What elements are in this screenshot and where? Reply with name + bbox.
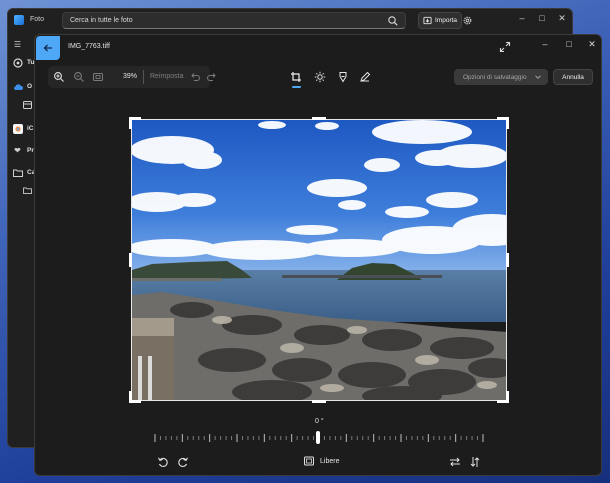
- sidebar-item-folders[interactable]: Ca: [12, 167, 35, 178]
- zoom-toolbar: 39% Reimposta: [48, 66, 216, 88]
- aspect-ratio-button[interactable]: Libere: [303, 455, 339, 467]
- aspect-ratio-label: Libere: [320, 457, 340, 465]
- import-label: Importa: [435, 17, 458, 24]
- back-button[interactable]: [36, 36, 60, 60]
- crop-handle-bottom-left[interactable]: [129, 391, 141, 403]
- save-options-label: Opzioni di salvataggio: [463, 73, 527, 81]
- crop-handle-left[interactable]: [129, 253, 132, 267]
- minimize-icon[interactable]: –: [538, 39, 552, 49]
- heart-icon: ❤: [14, 146, 21, 155]
- fit-to-window-icon[interactable]: [92, 71, 104, 83]
- zoom-percent: 39%: [123, 73, 138, 80]
- save-options-button[interactable]: Opzioni di salvataggio: [454, 69, 548, 85]
- minimize-icon[interactable]: –: [515, 13, 529, 23]
- import-icon: [423, 16, 432, 25]
- search-input[interactable]: Cerca in tutte le foto: [62, 12, 406, 29]
- draw-icon[interactable]: [359, 71, 371, 83]
- gallery-icon: [22, 99, 33, 110]
- folder-icon: [12, 167, 23, 178]
- import-button[interactable]: Importa: [418, 12, 462, 29]
- rotate-left-icon[interactable]: [157, 456, 169, 468]
- sidebar-item-label: O: [27, 83, 33, 90]
- photo-image: [132, 120, 506, 400]
- flip-vertical-icon[interactable]: [469, 456, 481, 468]
- gear-icon[interactable]: [462, 15, 473, 26]
- photos-app-icon: [14, 15, 24, 25]
- search-icon[interactable]: [387, 15, 399, 27]
- markup-icon[interactable]: [337, 71, 349, 83]
- reset-button[interactable]: Reimposta: [150, 73, 183, 80]
- straighten-slider-thumb[interactable]: [316, 431, 320, 444]
- crop-handle-top-right[interactable]: [497, 117, 509, 129]
- crop-icon[interactable]: [290, 71, 302, 83]
- maximize-icon[interactable]: □: [562, 39, 576, 49]
- close-icon[interactable]: ✕: [555, 13, 569, 24]
- crop-handle-bottom[interactable]: [312, 400, 326, 403]
- zoom-in-icon[interactable]: [53, 71, 65, 83]
- hamburger-icon: ☰: [13, 40, 22, 49]
- rotation-angle: 0 °: [315, 418, 324, 425]
- sidebar-item-icloud[interactable]: iC: [12, 123, 34, 134]
- sidebar-item-label: Pr: [27, 147, 34, 154]
- active-tool-indicator: [292, 86, 301, 88]
- toolbar-divider: [143, 70, 144, 84]
- sidebar-item-subfolder[interactable]: [22, 185, 33, 196]
- sidebar-item-gallery[interactable]: [22, 99, 33, 110]
- chevron-down-icon: [535, 75, 541, 80]
- cancel-button[interactable]: Annulla: [553, 69, 593, 85]
- icloud-icon: [12, 123, 23, 134]
- photo-canvas[interactable]: [131, 119, 507, 401]
- search-placeholder: Cerca in tutte le foto: [70, 17, 133, 24]
- sidebar-item-label: iC: [27, 125, 34, 132]
- sidebar-menu-toggle[interactable]: ☰: [12, 39, 23, 50]
- sidebar-item-favorites[interactable]: ❤ Pr: [12, 145, 34, 156]
- onedrive-icon: [12, 81, 23, 92]
- redo-icon[interactable]: [206, 71, 218, 83]
- crop-handle-top[interactable]: [312, 117, 326, 120]
- undo-icon[interactable]: [189, 71, 201, 83]
- photos-app-title: Foto: [30, 16, 45, 23]
- aspect-ratio-icon: [304, 456, 314, 466]
- arrow-left-icon: [43, 44, 52, 52]
- photos-titlebar: Foto Cerca in tutte le foto Importa – □ …: [8, 9, 572, 31]
- close-icon[interactable]: ✕: [585, 39, 599, 50]
- expand-icon[interactable]: [499, 41, 511, 53]
- crop-handle-top-left[interactable]: [129, 117, 141, 129]
- brightness-icon[interactable]: [314, 71, 326, 83]
- photos-icon: [12, 57, 23, 68]
- folder-icon: [22, 185, 33, 196]
- sidebar-item-onedrive[interactable]: O: [12, 81, 32, 92]
- flip-horizontal-icon[interactable]: [449, 456, 461, 468]
- file-name: IMG_7763.tiff: [68, 43, 110, 50]
- rotate-right-icon[interactable]: [177, 456, 189, 468]
- crop-handle-bottom-right[interactable]: [497, 391, 509, 403]
- sidebar-item-all-photos[interactable]: Tu: [12, 57, 34, 68]
- crop-handle-right[interactable]: [506, 253, 509, 267]
- photo-editor-window: IMG_7763.tiff – □ ✕ 39% Reimposta Opzion…: [34, 34, 602, 476]
- maximize-icon[interactable]: □: [535, 13, 549, 23]
- zoom-out-icon[interactable]: [73, 71, 85, 83]
